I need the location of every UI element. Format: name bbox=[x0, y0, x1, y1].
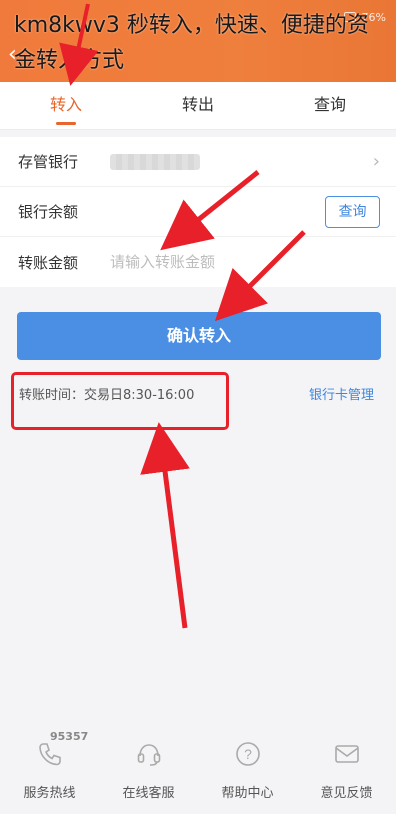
app-screen: 76% ‹ km8kwv3 秒转入，快速、便捷的资金转入方式 转入 转出 查询 … bbox=[0, 0, 396, 814]
bank-card-manage-link[interactable]: 银行卡管理 bbox=[309, 384, 374, 403]
tab-query[interactable]: 查询 bbox=[264, 82, 396, 129]
chevron-right-icon: › bbox=[372, 151, 380, 172]
nav-online-service[interactable]: 在线客服 bbox=[99, 726, 198, 814]
nav-label: 帮助中心 bbox=[221, 786, 274, 801]
nav-service-hotline[interactable]: 95357 服务热线 bbox=[0, 726, 99, 814]
mail-icon bbox=[334, 745, 359, 763]
transfer-time-text: 转账时间：交易日8:30-16:00 bbox=[19, 388, 195, 403]
balance-query-button[interactable]: 查询 bbox=[325, 196, 380, 228]
battery-level: 76% bbox=[361, 10, 386, 24]
nav-label: 在线客服 bbox=[122, 786, 175, 801]
signal-icon bbox=[343, 12, 356, 22]
nav-help-center[interactable]: ? 帮助中心 bbox=[198, 726, 297, 814]
tab-transfer-in[interactable]: 转入 bbox=[0, 82, 132, 129]
amount-label: 转账金额 bbox=[18, 253, 79, 272]
masked-bank-name bbox=[110, 153, 200, 170]
nav-feedback[interactable]: 意见反馈 bbox=[297, 726, 396, 814]
balance-label: 银行余额 bbox=[18, 203, 79, 221]
headset-icon bbox=[137, 744, 160, 766]
balance-row: 银行余额 查询 bbox=[0, 187, 396, 237]
nav-label: 意见反馈 bbox=[320, 786, 373, 801]
nav-label: 服务热线 bbox=[23, 786, 76, 801]
amount-input[interactable] bbox=[110, 253, 310, 271]
bank-label: 存管银行 bbox=[18, 153, 79, 171]
tab-transfer-out[interactable]: 转出 bbox=[132, 82, 264, 129]
hotline-number: 95357 bbox=[50, 730, 89, 743]
amount-row: 转账金额 bbox=[0, 237, 396, 287]
tab-bar: 转入 转出 查询 bbox=[0, 82, 396, 130]
phone-icon bbox=[38, 743, 61, 766]
header-bar: 76% ‹ bbox=[0, 0, 396, 82]
back-arrow-icon[interactable]: ‹ bbox=[8, 44, 28, 66]
transfer-form: 存管银行 › 银行余额 查询 转账金额 bbox=[0, 137, 396, 287]
bottom-navigation: 95357 服务热线 在线客服 ? 帮助中心 意见反馈 bbox=[0, 726, 396, 814]
annotation-arrow-time bbox=[140, 422, 190, 629]
bank-row[interactable]: 存管银行 › bbox=[0, 137, 396, 187]
confirm-transfer-button[interactable]: 确认转入 bbox=[17, 312, 381, 360]
help-icon: ? bbox=[235, 742, 260, 766]
status-bar: 76% bbox=[343, 8, 386, 26]
svg-text:?: ? bbox=[244, 746, 252, 762]
